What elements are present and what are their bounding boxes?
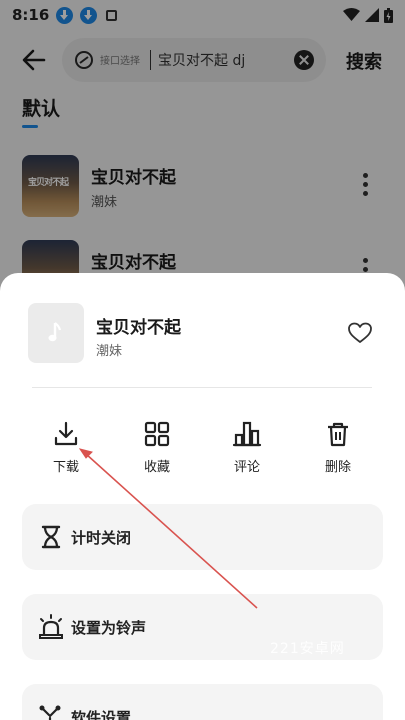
song-thumbnail	[28, 303, 84, 363]
hourglass-icon	[41, 525, 61, 549]
watermark-text: 221安卓网	[270, 641, 345, 657]
settings-icon	[39, 705, 61, 720]
comment-label: 评论	[233, 460, 260, 475]
sheet-song-artist: 潮妹	[96, 344, 123, 359]
app-settings-row[interactable]: 软件设置	[22, 684, 383, 720]
delete-button[interactable]: 删除	[308, 421, 368, 479]
grid-icon	[144, 421, 170, 447]
trash-icon	[328, 422, 348, 447]
favorite-button[interactable]: 收藏	[127, 421, 187, 479]
favorite-label: 收藏	[143, 460, 170, 475]
heart-icon[interactable]	[347, 321, 373, 345]
sheet-song-title: 宝贝对不起	[96, 318, 181, 338]
app-settings-label: 软件设置	[71, 709, 132, 720]
delete-label: 删除	[324, 460, 351, 475]
download-label: 下载	[52, 460, 79, 475]
sleep-timer-label: 计时关闭	[71, 529, 132, 547]
bar-chart-icon	[232, 421, 262, 447]
sleep-timer-row[interactable]: 计时关闭	[22, 504, 383, 570]
comment-button[interactable]: 评论	[217, 421, 277, 479]
download-button[interactable]: 下载	[36, 421, 96, 479]
music-note-icon	[48, 322, 62, 342]
set-ringtone-label: 设置为铃声	[71, 619, 147, 637]
divider	[32, 387, 372, 388]
alarm-bell-icon	[39, 614, 63, 639]
download-icon	[54, 421, 78, 446]
